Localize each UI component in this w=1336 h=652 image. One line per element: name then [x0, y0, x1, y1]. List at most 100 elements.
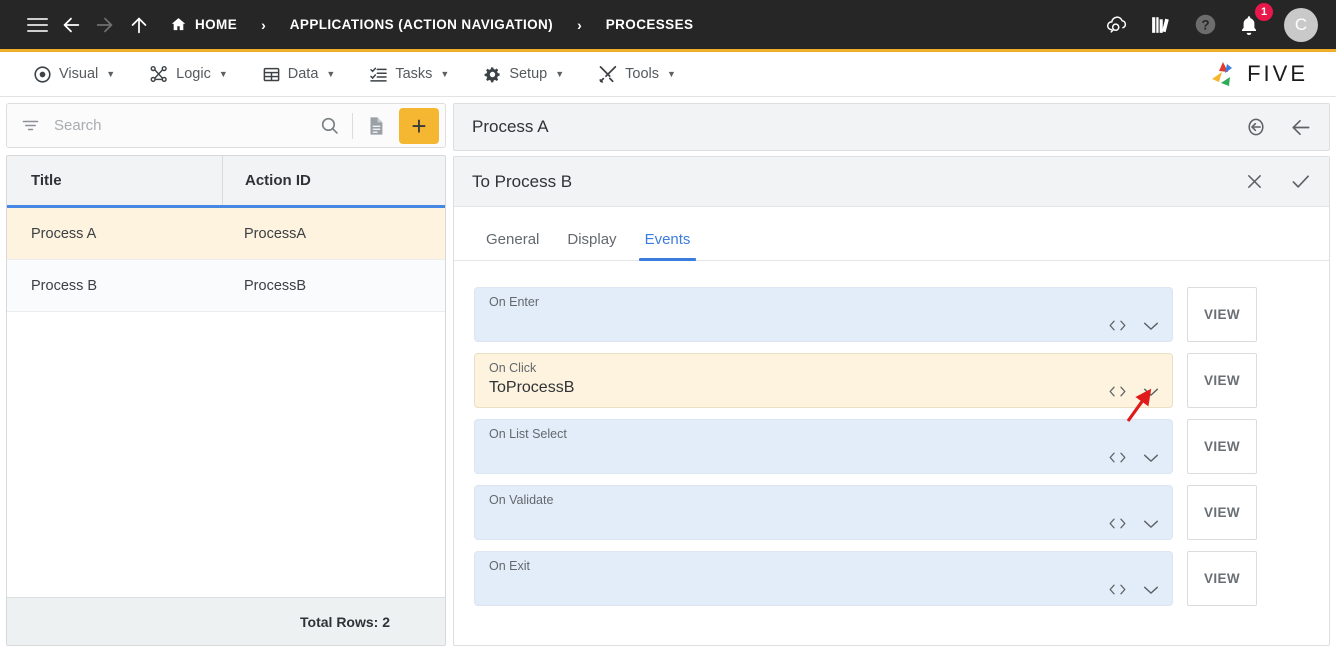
application-window: HOME › APPLICATIONS (ACTION NAVIGATION) … [0, 0, 1336, 652]
search-bar: + [6, 103, 446, 148]
flow-icon [149, 64, 169, 84]
tab-bar: General Display Events [454, 207, 1329, 261]
top-bar-actions: ? 1 C [1102, 2, 1322, 42]
column-header-action-id[interactable]: Action ID [222, 156, 445, 205]
menu-label-setup: Setup [509, 66, 548, 82]
event-field-on-enter[interactable]: On Enter [474, 287, 1173, 342]
event-icon-group [1108, 450, 1160, 465]
left-panel: + Title Action ID Process A ProcessA Pro… [6, 103, 446, 646]
event-icon-group [1108, 384, 1160, 399]
search-icon[interactable] [312, 109, 346, 143]
breadcrumb-item-home[interactable]: HOME [166, 16, 241, 33]
right-panel: Process A To Process B General Display E… [453, 103, 1330, 646]
code-icon[interactable] [1108, 384, 1127, 399]
five-logo-mark [1212, 62, 1233, 86]
event-row-on-click: On Click ToProcessB VIEW [474, 353, 1257, 408]
events-list: On Enter VIEW On Click ToProcessB VIEW O… [454, 261, 1329, 645]
close-icon[interactable] [1239, 167, 1269, 197]
event-label: On Click [489, 361, 537, 375]
code-icon[interactable] [1108, 450, 1127, 465]
menu-item-logic[interactable]: Logic ▼ [132, 64, 245, 84]
tab-general[interactable]: General [472, 231, 553, 260]
cell-action-id: ProcessA [244, 225, 307, 242]
menu-item-data[interactable]: Data ▼ [245, 65, 353, 84]
menu-bar: Visual ▼ Logic ▼ Data ▼ Tasks ▼ Setup ▼ … [0, 52, 1336, 97]
menu-label-tools: Tools [625, 66, 659, 82]
document-icon[interactable] [359, 109, 393, 143]
event-label: On Exit [489, 559, 530, 573]
breadcrumb-label-applications: APPLICATIONS (ACTION NAVIGATION) [289, 17, 554, 32]
tools-icon [598, 64, 618, 84]
event-field-on-list-select[interactable]: On List Select [474, 419, 1173, 474]
menu-item-visual[interactable]: Visual ▼ [16, 65, 132, 84]
table-row[interactable]: Process A ProcessA [7, 208, 445, 260]
chevron-down-icon: ▼ [218, 69, 228, 79]
tab-events[interactable]: Events [631, 231, 705, 261]
menu-item-tasks[interactable]: Tasks ▼ [352, 65, 466, 84]
chevron-down-icon: ▼ [667, 69, 676, 79]
event-icon-group [1108, 516, 1160, 531]
view-button[interactable]: VIEW [1187, 287, 1257, 342]
add-button[interactable]: + [399, 107, 439, 144]
total-rows-label: Total Rows: 2 [7, 597, 445, 645]
view-button[interactable]: VIEW [1187, 353, 1257, 408]
menu-icon[interactable] [20, 8, 54, 42]
forward-icon[interactable] [88, 8, 122, 42]
view-button[interactable]: VIEW [1187, 551, 1257, 606]
card-title: To Process B [472, 171, 573, 191]
view-button[interactable]: VIEW [1187, 419, 1257, 474]
event-row-on-validate: On Validate VIEW [474, 485, 1257, 540]
event-row-on-list-select: On List Select VIEW [474, 419, 1257, 474]
library-icon[interactable] [1146, 10, 1176, 40]
chevron-down-icon[interactable] [1142, 518, 1160, 530]
chevron-down-icon[interactable] [1142, 320, 1160, 332]
menu-label-visual: Visual [59, 66, 99, 82]
notifications-icon[interactable]: 1 [1234, 2, 1273, 40]
gear-icon [483, 65, 502, 84]
chevron-down-icon[interactable] [1142, 584, 1160, 596]
avatar[interactable]: C [1284, 7, 1318, 42]
revert-icon[interactable] [1241, 112, 1271, 142]
code-icon[interactable] [1108, 516, 1127, 531]
table-row[interactable]: Process B ProcessB [7, 260, 445, 312]
view-button[interactable]: VIEW [1187, 485, 1257, 540]
records-grid: Title Action ID Process A ProcessA Proce… [6, 155, 446, 646]
breadcrumb-separator: › [261, 16, 266, 33]
chevron-down-icon: ▼ [555, 69, 565, 79]
menu-item-tools[interactable]: Tools ▼ [581, 64, 693, 84]
breadcrumb-item-applications[interactable]: APPLICATIONS (ACTION NAVIGATION) [286, 17, 557, 32]
help-icon[interactable]: ? [1190, 10, 1220, 40]
back-icon[interactable] [54, 8, 88, 42]
up-icon[interactable] [122, 8, 156, 42]
top-navigation-bar: HOME › APPLICATIONS (ACTION NAVIGATION) … [0, 0, 1336, 52]
event-field-on-click[interactable]: On Click ToProcessB [474, 353, 1173, 408]
column-header-title[interactable]: Title [7, 156, 222, 205]
search-input[interactable] [52, 116, 312, 135]
filter-icon[interactable] [21, 116, 40, 135]
menu-label-tasks: Tasks [395, 66, 433, 82]
process-header-actions [1241, 112, 1315, 142]
event-field-on-exit[interactable]: On Exit [474, 551, 1173, 606]
card-header: To Process B [454, 157, 1329, 207]
event-value: ToProcessB [489, 379, 575, 396]
five-logo: FIVE [1208, 59, 1320, 89]
chevron-down-icon[interactable] [1142, 452, 1160, 464]
event-label: On List Select [489, 427, 567, 441]
menu-item-setup[interactable]: Setup ▼ [466, 65, 581, 84]
cloud-search-icon[interactable] [1102, 10, 1132, 40]
chevron-down-icon[interactable] [1142, 386, 1160, 398]
tab-display[interactable]: Display [553, 231, 630, 260]
chevron-down-icon: ▼ [106, 69, 116, 79]
breadcrumb-item-processes[interactable]: PROCESSES [602, 17, 698, 32]
main-body: + Title Action ID Process A ProcessA Pro… [0, 97, 1336, 652]
cell-title: Process A [31, 225, 97, 242]
chevron-down-icon: ▼ [440, 69, 450, 79]
code-icon[interactable] [1108, 582, 1127, 597]
code-icon[interactable] [1108, 318, 1127, 333]
event-field-on-validate[interactable]: On Validate [474, 485, 1173, 540]
card-header-actions [1239, 167, 1315, 197]
list-check-icon [369, 65, 388, 84]
home-icon [170, 16, 187, 33]
back-arrow-icon[interactable] [1285, 112, 1315, 142]
check-icon[interactable] [1285, 167, 1315, 197]
